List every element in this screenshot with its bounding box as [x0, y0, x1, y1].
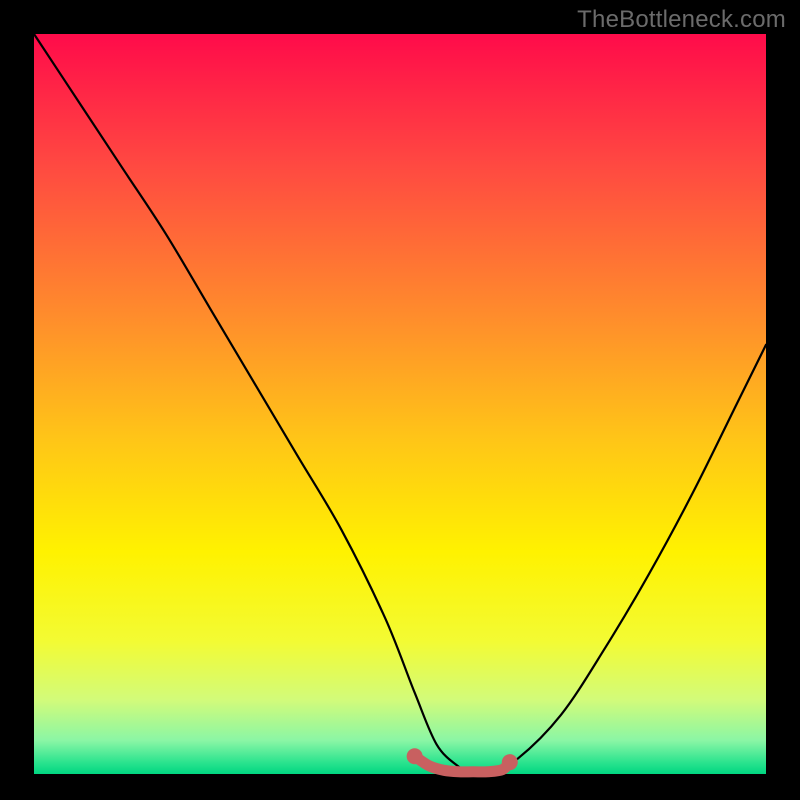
optimal-range-end-dot	[502, 754, 518, 770]
bottleneck-chart	[0, 0, 800, 800]
optimal-range-start-dot	[407, 748, 423, 764]
chart-frame: TheBottleneck.com	[0, 0, 800, 800]
watermark-text: TheBottleneck.com	[577, 6, 786, 34]
chart-plot-bg	[34, 34, 766, 774]
